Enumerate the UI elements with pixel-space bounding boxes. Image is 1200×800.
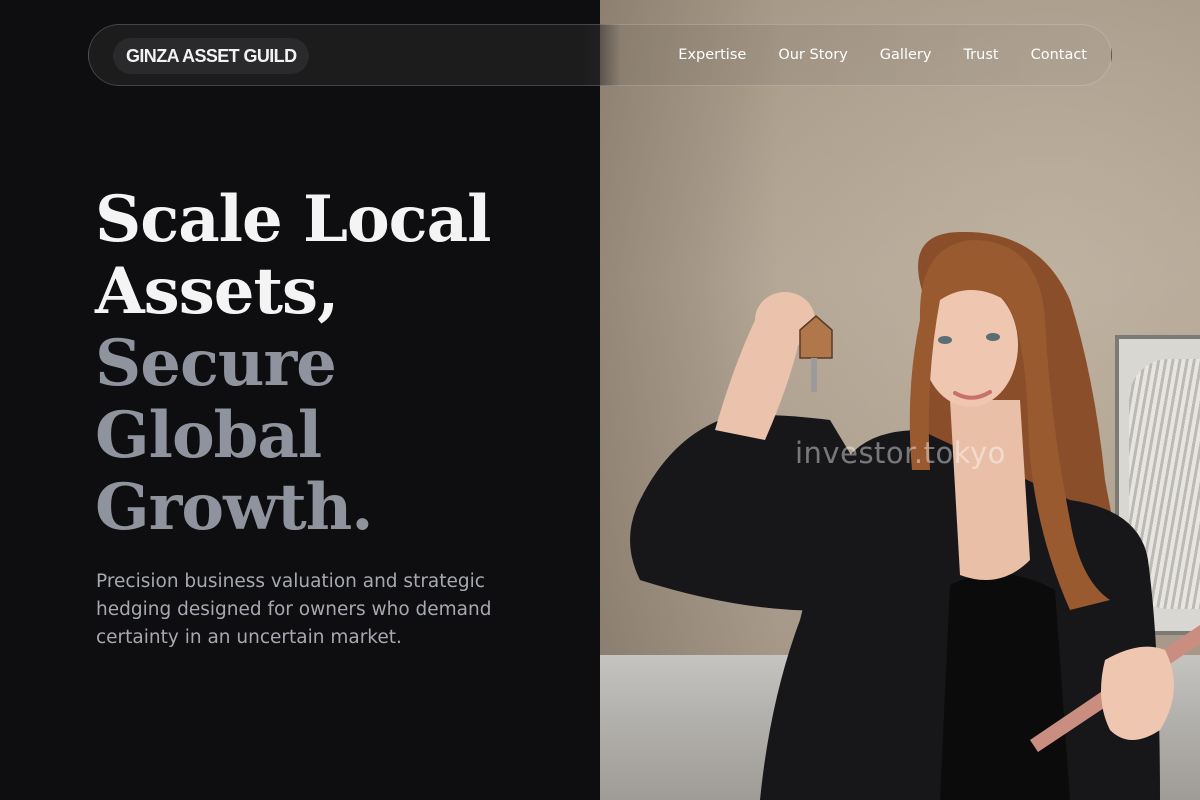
- nav-link-expertise[interactable]: Expertise: [678, 47, 746, 63]
- nav-links: Expertise Our Story Gallery Trust Contac…: [678, 25, 1087, 85]
- woman-holding-keys-illustration: [630, 231, 1200, 800]
- nav-link-trust[interactable]: Trust: [963, 47, 998, 63]
- headline-line: Scale Local: [95, 182, 491, 257]
- headline-line-accent: Growth.: [95, 470, 374, 545]
- headline-line-accent: Secure: [95, 326, 337, 401]
- hero-subtitle: Precision business valuation and strateg…: [96, 571, 492, 648]
- nav-link-our-story[interactable]: Our Story: [778, 47, 847, 63]
- headline-line: Assets,: [95, 254, 339, 329]
- nav-link-contact[interactable]: Contact: [1031, 47, 1087, 63]
- key: [811, 358, 817, 392]
- camisole: [940, 573, 1070, 800]
- headline-line-accent: Global: [95, 398, 322, 473]
- image-watermark: investor.tokyo: [795, 436, 1006, 470]
- right-hand: [1101, 646, 1174, 740]
- top-navbar: GINZA ASSET GUILD Expertise Our Story Ga…: [88, 24, 1112, 86]
- hero-photo: investor.tokyo: [600, 0, 1200, 800]
- brand-name: GINZA ASSET GUILD: [126, 45, 297, 66]
- neck: [950, 400, 1030, 580]
- nav-link-gallery[interactable]: Gallery: [880, 47, 932, 63]
- hero-headline: Scale Local Assets, Secure Global Growth…: [95, 184, 575, 544]
- brand-logo[interactable]: GINZA ASSET GUILD: [113, 38, 310, 74]
